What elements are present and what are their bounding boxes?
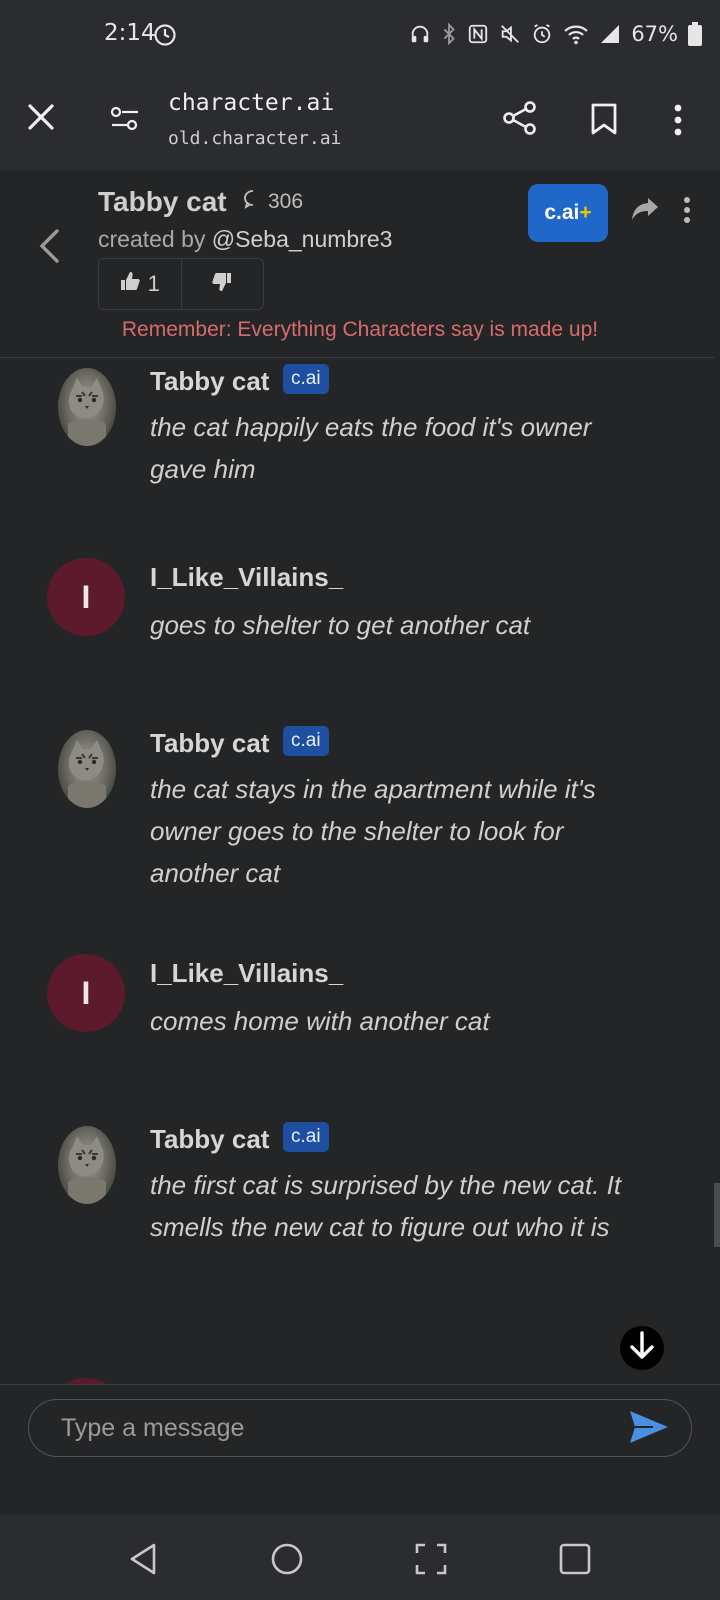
battery-percent: 67% bbox=[631, 22, 678, 46]
cai-plus-button[interactable]: c.ai + bbox=[528, 184, 608, 242]
arrow-down-icon bbox=[629, 1331, 655, 1365]
scroll-to-bottom-button[interactable] bbox=[620, 1326, 664, 1370]
like-button[interactable]: 1 bbox=[99, 259, 182, 309]
cat-avatar[interactable] bbox=[58, 1126, 116, 1204]
message-author: I_Like_Villains_ bbox=[150, 562, 344, 592]
nfc-icon bbox=[467, 23, 489, 45]
alarm-icon bbox=[531, 23, 553, 45]
wifi-icon bbox=[563, 23, 589, 45]
cai-badge: c.ai bbox=[283, 726, 329, 756]
page-title: character.ai bbox=[168, 90, 335, 116]
message-input[interactable] bbox=[28, 1399, 692, 1457]
message-list[interactable]: Tabby cat c.ai the cat happily eats the … bbox=[0, 358, 720, 1384]
message-author: Tabby cat bbox=[150, 1124, 270, 1154]
status-time: 2:14 bbox=[104, 20, 156, 46]
clock-icon bbox=[153, 23, 177, 51]
share-icon[interactable] bbox=[502, 100, 538, 140]
cat-avatar[interactable] bbox=[58, 368, 116, 446]
signal-icon bbox=[599, 23, 621, 45]
character-options-icon[interactable] bbox=[682, 196, 692, 228]
send-icon[interactable] bbox=[628, 1409, 670, 1449]
headphones-icon bbox=[409, 23, 431, 45]
page-url[interactable]: old.character.ai bbox=[168, 128, 341, 149]
message-text: goes to shelter to get another cat bbox=[150, 610, 531, 640]
character-header: Tabby cat 306 created by @Seba_numbre3 1… bbox=[0, 170, 720, 358]
user-avatar[interactable]: I bbox=[47, 558, 125, 636]
like-count: 1 bbox=[147, 271, 160, 296]
close-tab-button[interactable] bbox=[26, 102, 56, 136]
dislike-button[interactable] bbox=[182, 259, 264, 309]
message-author: Tabby cat bbox=[150, 366, 270, 396]
screenshot-nav-icon[interactable] bbox=[414, 1542, 448, 1580]
bluetooth-icon bbox=[441, 23, 457, 45]
scrollbar-thumb[interactable] bbox=[714, 1183, 720, 1247]
message-text: comes home with another cat bbox=[150, 1006, 490, 1036]
more-menu-icon[interactable] bbox=[672, 104, 684, 140]
system-nav-bar bbox=[0, 1514, 720, 1600]
character-name: Tabby cat bbox=[98, 186, 227, 217]
browser-toolbar: character.ai old.character.ai bbox=[0, 72, 720, 170]
message-text: the cat stays in the apartment while it'… bbox=[150, 774, 596, 888]
bookmark-icon[interactable] bbox=[590, 102, 618, 140]
cai-plus-suffix: + bbox=[579, 201, 592, 224]
creator-prefix: created by bbox=[98, 226, 212, 252]
home-nav-icon[interactable] bbox=[270, 1542, 304, 1580]
creator-line: created by @Seba_numbre3 bbox=[98, 226, 392, 253]
thumbs-up-icon bbox=[120, 271, 140, 297]
status-bar: 2:14 67% bbox=[0, 0, 720, 72]
message-text: the first cat is surprised by the new ca… bbox=[150, 1170, 622, 1242]
back-icon[interactable] bbox=[38, 228, 60, 268]
message-author: Tabby cat bbox=[150, 728, 270, 758]
composer bbox=[0, 1384, 720, 1515]
status-icons: 67% bbox=[409, 22, 702, 46]
user-avatar[interactable]: I bbox=[47, 954, 125, 1032]
cai-badge: c.ai bbox=[283, 1122, 329, 1152]
back-nav-icon[interactable] bbox=[128, 1542, 158, 1580]
mute-icon bbox=[499, 23, 521, 45]
cai-badge: c.ai bbox=[283, 364, 329, 394]
cat-avatar[interactable] bbox=[58, 730, 116, 808]
vote-box: 1 bbox=[98, 258, 264, 310]
creator-handle[interactable]: @Seba_numbre3 bbox=[212, 226, 393, 252]
share-forward-icon[interactable] bbox=[630, 196, 660, 226]
cai-plus-label: c.ai bbox=[544, 201, 580, 224]
chat-count: 306 bbox=[242, 188, 303, 216]
message-author: I_Like_Villains_ bbox=[150, 958, 344, 988]
recents-nav-icon[interactable] bbox=[558, 1542, 592, 1580]
site-settings-icon[interactable] bbox=[110, 106, 140, 136]
battery-icon bbox=[688, 22, 702, 46]
thumbs-down-icon bbox=[212, 272, 232, 296]
chat-count-value: 306 bbox=[268, 190, 304, 213]
message-text: the cat happily eats the food it's owner… bbox=[150, 412, 592, 484]
reminder-banner: Remember: Everything Characters say is m… bbox=[121, 318, 599, 341]
chat-bubble-icon bbox=[242, 188, 264, 216]
